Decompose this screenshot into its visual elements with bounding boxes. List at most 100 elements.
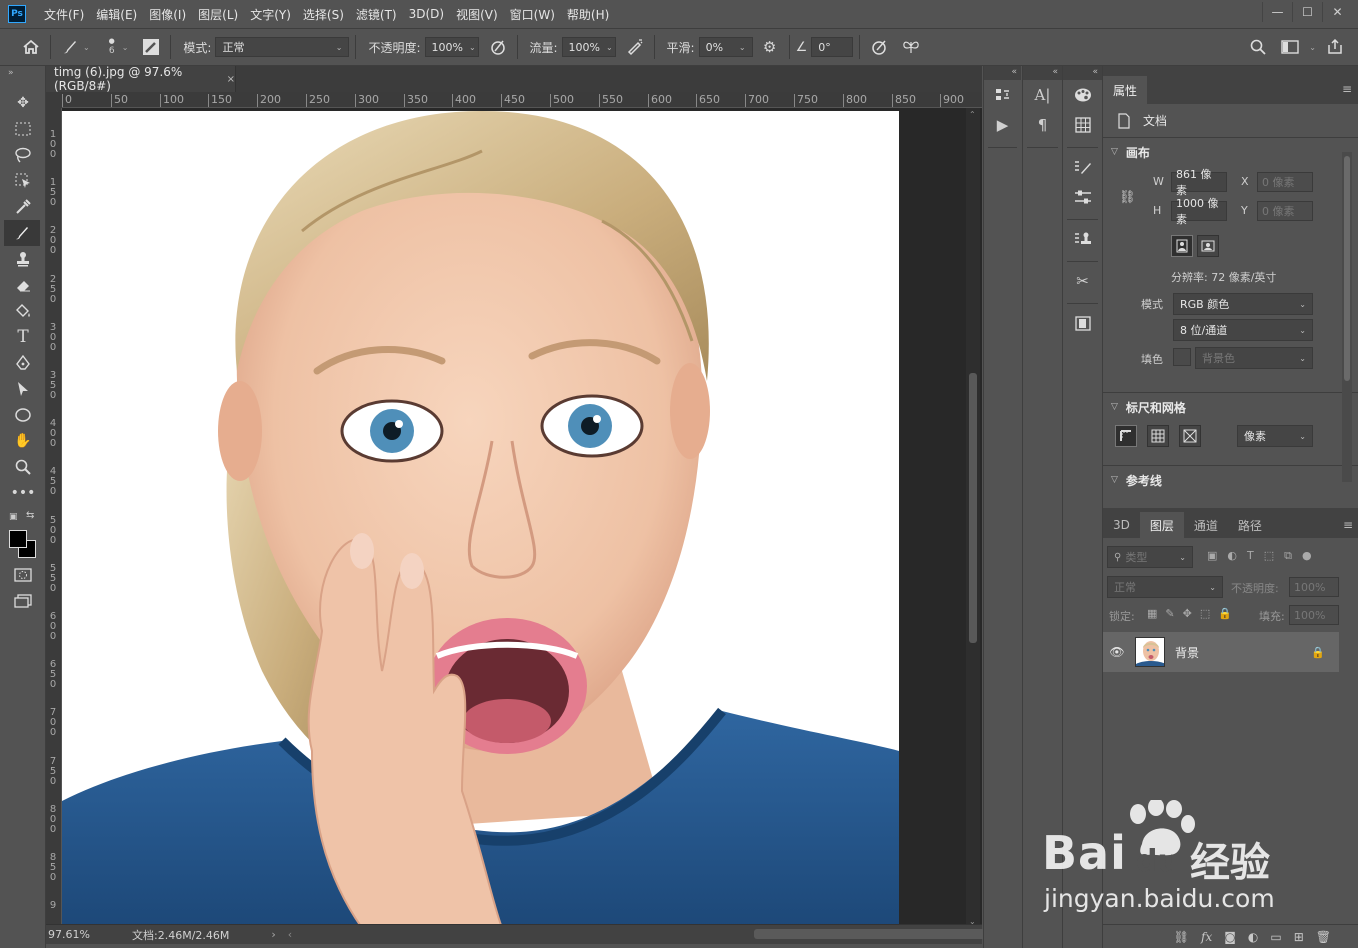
tab-layers[interactable]: 图层 bbox=[1139, 512, 1184, 538]
fill-opacity-input[interactable]: 100% bbox=[1289, 605, 1339, 625]
filter-shape-icon[interactable]: ⬚ bbox=[1264, 549, 1274, 563]
libraries-icon[interactable] bbox=[1063, 308, 1102, 338]
path-selection-tool-icon[interactable] bbox=[0, 376, 46, 402]
guides-section-header[interactable]: ▽ 参考线 bbox=[1103, 466, 1358, 494]
paragraph-icon[interactable]: ¶ bbox=[1023, 110, 1062, 140]
mask-icon[interactable]: ◙ bbox=[1224, 930, 1236, 944]
lock-all-icon[interactable]: 🔒 bbox=[1218, 607, 1232, 620]
fill-swatch[interactable] bbox=[1173, 348, 1191, 366]
clone-source-icon[interactable] bbox=[1063, 224, 1102, 254]
home-icon[interactable] bbox=[18, 34, 44, 60]
mode-select[interactable]: 正常 ⌄ bbox=[215, 37, 350, 57]
foreground-color-swatch[interactable] bbox=[9, 530, 27, 548]
trash-icon[interactable]: 🗑 bbox=[1316, 930, 1331, 944]
horizontal-ruler[interactable]: 0 50 100 150 200 250 300 350 400 450 500 550 600 650 7… bbox=[62, 92, 982, 108]
lock-transparent-icon[interactable]: ▦ bbox=[1147, 607, 1157, 620]
swap-colors-icon[interactable]: ⇆ bbox=[26, 510, 34, 521]
screen-mode-icon[interactable] bbox=[0, 588, 46, 614]
menu-file[interactable]: 文件(F) bbox=[38, 6, 90, 23]
landscape-orientation-icon[interactable] bbox=[1197, 235, 1219, 257]
minimize-button[interactable]: — bbox=[1262, 2, 1292, 22]
layer-filter-select[interactable]: ⚲ 类型 ⌄ bbox=[1107, 546, 1193, 568]
eraser-tool-icon[interactable] bbox=[0, 272, 46, 298]
eyedropper-tool-icon[interactable] bbox=[0, 194, 46, 220]
airbrush-icon[interactable] bbox=[622, 34, 648, 60]
menu-edit[interactable]: 编辑(E) bbox=[90, 6, 143, 23]
menu-window[interactable]: 窗口(W) bbox=[504, 6, 561, 23]
fill-select[interactable]: 背景色 ⌄ bbox=[1195, 347, 1313, 369]
width-input[interactable]: 861 像素 bbox=[1171, 168, 1227, 197]
color-palette-icon[interactable] bbox=[1063, 80, 1102, 110]
brush-preset-icon[interactable] bbox=[57, 34, 83, 60]
image-canvas[interactable] bbox=[62, 111, 899, 928]
paint-bucket-tool-icon[interactable] bbox=[0, 298, 46, 324]
lock-artboard-icon[interactable]: ⬚ bbox=[1200, 607, 1210, 620]
adjustment-icon[interactable]: ◐ bbox=[1248, 930, 1258, 944]
stamp-tool-icon[interactable] bbox=[0, 246, 46, 272]
menu-3d[interactable]: 3D(D) bbox=[403, 7, 450, 21]
properties-scroll-thumb[interactable] bbox=[1344, 156, 1350, 381]
share-icon[interactable] bbox=[1322, 34, 1348, 60]
vertical-scroll-thumb[interactable] bbox=[969, 373, 977, 643]
filter-adjustment-icon[interactable]: ◐ bbox=[1227, 549, 1237, 563]
menu-type[interactable]: 文字(Y) bbox=[244, 6, 297, 23]
default-colors-icon[interactable]: ▣ bbox=[9, 512, 18, 522]
tab-3d[interactable]: 3D bbox=[1103, 512, 1140, 538]
ellipse-tool-icon[interactable] bbox=[0, 402, 46, 428]
horizontal-scrollbar[interactable] bbox=[292, 925, 997, 945]
layer-opacity-input[interactable]: 100% bbox=[1289, 577, 1339, 597]
menu-layer[interactable]: 图层(L) bbox=[192, 6, 244, 23]
lock-position-icon[interactable]: ✥ bbox=[1183, 607, 1192, 620]
quick-mask-icon[interactable] bbox=[0, 562, 46, 588]
collapse-dock-icon[interactable]: « bbox=[1023, 66, 1062, 80]
collapse-dock-icon[interactable]: « bbox=[984, 66, 1021, 80]
workspace-icon[interactable] bbox=[1277, 34, 1303, 60]
horizontal-scroll-thumb[interactable] bbox=[754, 928, 997, 939]
gear-icon[interactable]: ⚙ bbox=[757, 34, 783, 60]
filter-type-icon[interactable]: T bbox=[1247, 549, 1254, 563]
bit-depth-select[interactable]: 8 位/通道 ⌄ bbox=[1173, 319, 1313, 341]
layer-row-background[interactable]: 👁 背景 🔒 bbox=[1103, 632, 1339, 672]
type-tool-icon[interactable]: T bbox=[0, 324, 46, 350]
flow-input[interactable]: 100% ⌄ bbox=[561, 37, 616, 57]
opacity-input[interactable]: 100% ⌄ bbox=[424, 37, 479, 57]
canvas-section-header[interactable]: ▽ 画布 bbox=[1103, 138, 1358, 166]
collapse-toolbar-icon[interactable]: » bbox=[0, 66, 45, 90]
properties-scrollbar[interactable] bbox=[1342, 152, 1352, 482]
brush-size-picker[interactable]: ● 6 bbox=[102, 37, 122, 57]
tab-paths[interactable]: 路径 bbox=[1228, 512, 1272, 538]
pen-tool-icon[interactable] bbox=[0, 350, 46, 376]
chevron-down-icon[interactable]: ⌄ bbox=[122, 43, 129, 52]
panel-menu-icon[interactable]: ≡ bbox=[1343, 518, 1353, 532]
menu-view[interactable]: 视图(V) bbox=[450, 6, 504, 23]
brush-panel-toggle-icon[interactable] bbox=[138, 34, 164, 60]
y-input[interactable]: 0 像素 bbox=[1257, 201, 1313, 221]
height-input[interactable]: 1000 像素 bbox=[1171, 197, 1227, 226]
fx-icon[interactable]: fx bbox=[1201, 930, 1212, 944]
swatches-grid-icon[interactable] bbox=[1063, 110, 1102, 140]
smoothing-input[interactable]: 0% ⌄ bbox=[698, 37, 753, 57]
menu-image[interactable]: 图像(I) bbox=[143, 6, 192, 23]
link-icon[interactable]: ⛓ bbox=[1174, 930, 1189, 944]
tools-scissors-icon[interactable]: ✂ bbox=[1063, 266, 1102, 296]
link-chain-icon[interactable]: ⛓ bbox=[1119, 190, 1136, 205]
menu-select[interactable]: 选择(S) bbox=[297, 6, 350, 23]
angle-input[interactable]: 0° bbox=[811, 37, 854, 57]
actions-play-icon[interactable]: ▶ bbox=[984, 110, 1021, 140]
tab-channels[interactable]: 通道 bbox=[1184, 512, 1228, 538]
pressure-size-icon[interactable] bbox=[866, 34, 892, 60]
lock-pixels-icon[interactable]: ✎ bbox=[1165, 607, 1174, 620]
eye-visibility-icon[interactable]: 👁 bbox=[1103, 645, 1131, 659]
toggle-pixel-grid-icon[interactable] bbox=[1179, 425, 1201, 447]
vertical-scrollbar[interactable]: ⌃ ⌄ bbox=[966, 108, 980, 928]
lasso-tool-icon[interactable] bbox=[0, 142, 46, 168]
toggle-grid-icon[interactable] bbox=[1147, 425, 1169, 447]
chevron-down-icon[interactable]: ⌄ bbox=[1309, 43, 1316, 52]
ruler-origin[interactable] bbox=[46, 92, 62, 108]
object-selection-tool-icon[interactable] bbox=[0, 168, 46, 194]
maximize-button[interactable]: ☐ bbox=[1292, 2, 1322, 22]
move-tool-icon[interactable]: ✥ bbox=[0, 90, 46, 116]
toggle-rulers-icon[interactable] bbox=[1115, 425, 1137, 447]
filter-toggle-icon[interactable]: ● bbox=[1302, 549, 1312, 563]
collapse-dock-icon[interactable]: « bbox=[1063, 66, 1102, 80]
